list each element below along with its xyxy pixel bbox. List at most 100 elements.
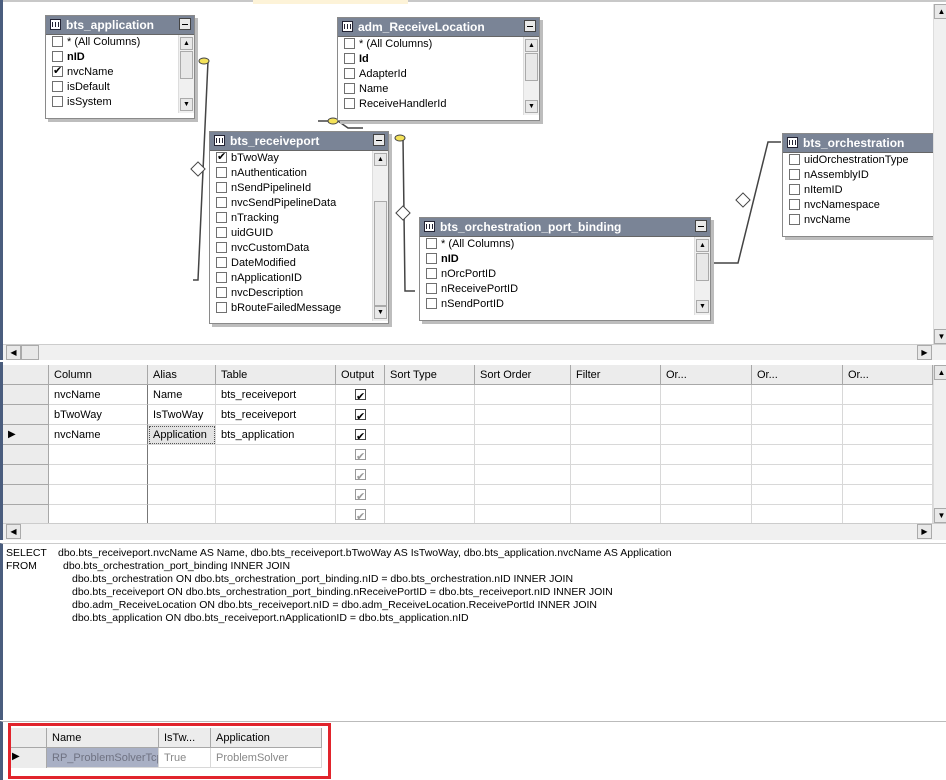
- grid-cell-empty[interactable]: [385, 485, 475, 505]
- grid-cell-table[interactable]: [216, 445, 336, 465]
- column-checkbox[interactable]: [789, 214, 800, 225]
- grid-cell-table[interactable]: bts_receiveport: [216, 385, 336, 405]
- column-checkbox[interactable]: [344, 68, 355, 79]
- grid-row-selector[interactable]: [3, 465, 49, 485]
- column-row[interactable]: Name: [338, 82, 539, 97]
- column-row[interactable]: isSystem: [46, 95, 194, 110]
- grid-cell-empty[interactable]: [661, 505, 752, 525]
- grid-cell-empty[interactable]: [843, 385, 933, 405]
- grid-cell-column[interactable]: [49, 465, 148, 485]
- grid-header-or-3[interactable]: Or...: [843, 365, 933, 385]
- grid-cell-alias[interactable]: [148, 465, 216, 485]
- column-row[interactable]: DateModified: [210, 256, 388, 271]
- column-row[interactable]: nReceivePortID: [420, 282, 710, 297]
- table-bts-orchestration-port-binding[interactable]: bts_orchestration_port_binding * (All Co…: [419, 217, 711, 321]
- scroll-right-icon[interactable]: ▶: [917, 524, 932, 539]
- column-row[interactable]: nAssemblyID: [783, 168, 946, 183]
- grid-cell-output[interactable]: [336, 385, 385, 405]
- column-checkbox[interactable]: [426, 238, 437, 249]
- grid-vertical-scrollbar[interactable]: ▲ ▼: [933, 365, 946, 523]
- column-row[interactable]: ReceiveHandlerId: [338, 97, 539, 112]
- grid-header-or-1[interactable]: Or...: [661, 365, 752, 385]
- column-row[interactable]: nvcSendPipelineData: [210, 196, 388, 211]
- grid-cell-output[interactable]: [336, 445, 385, 465]
- table-bts-receiveport[interactable]: bts_receiveport bTwoWay nAuthentication …: [209, 131, 389, 324]
- table-adm-receivelocation[interactable]: adm_ReceiveLocation * (All Columns) Id A…: [337, 17, 540, 121]
- column-row[interactable]: nID: [46, 50, 194, 65]
- grid-cell-empty[interactable]: [571, 505, 661, 525]
- column-checkbox[interactable]: [216, 257, 227, 268]
- column-checkbox[interactable]: [52, 64, 63, 79]
- grid-cell-column[interactable]: [49, 445, 148, 465]
- column-row[interactable]: nTracking: [210, 211, 388, 226]
- grid-header-table[interactable]: Table: [216, 365, 336, 385]
- column-checkbox[interactable]: [216, 212, 227, 223]
- scroll-up-icon[interactable]: ▲: [374, 153, 387, 166]
- column-checkbox[interactable]: [426, 298, 437, 309]
- grid-cell-empty[interactable]: [661, 425, 752, 445]
- results-pane[interactable]: Name IsTw... Application ▶ RP_ProblemSol…: [0, 721, 946, 780]
- grid-cell-empty[interactable]: [752, 445, 843, 465]
- column-row[interactable]: nvcName: [783, 213, 946, 228]
- scroll-thumb[interactable]: [21, 345, 39, 360]
- column-checkbox[interactable]: [216, 167, 227, 178]
- grid-cell-output[interactable]: [336, 505, 385, 525]
- grid-cell-empty[interactable]: [661, 445, 752, 465]
- table-scrollbar[interactable]: ▲ ▼: [694, 237, 710, 315]
- sql-pane[interactable]: SELECT dbo.bts_receiveport.nvcName AS Na…: [0, 543, 946, 720]
- grid-cell-alias[interactable]: [148, 505, 216, 525]
- column-row[interactable]: AdapterId: [338, 67, 539, 82]
- grid-cell-empty[interactable]: [571, 485, 661, 505]
- output-checkbox[interactable]: [355, 487, 366, 504]
- grid-row-selector[interactable]: [3, 445, 49, 465]
- grid-row-selector[interactable]: [3, 405, 49, 425]
- grid-cell-empty[interactable]: [571, 385, 661, 405]
- column-checkbox[interactable]: [216, 150, 227, 165]
- grid-header-output[interactable]: Output: [336, 365, 385, 385]
- column-row[interactable]: nvcName: [46, 64, 194, 80]
- minimize-button[interactable]: [373, 134, 385, 146]
- grid-cell-alias[interactable]: IsTwoWay: [148, 405, 216, 425]
- criteria-grid[interactable]: Column Alias Table Output Sort Type Sort…: [0, 362, 946, 540]
- column-row[interactable]: * (All Columns): [46, 35, 194, 50]
- scroll-left-icon[interactable]: ◀: [6, 345, 21, 360]
- column-checkbox[interactable]: [216, 182, 227, 193]
- table-bts-orchestration[interactable]: bts_orchestration uidOrchestrationType n…: [782, 133, 946, 237]
- grid-cell-table[interactable]: bts_receiveport: [216, 405, 336, 425]
- grid-cell-table[interactable]: [216, 465, 336, 485]
- column-row[interactable]: nItemID: [783, 183, 946, 198]
- scroll-up-icon[interactable]: ▲: [180, 37, 193, 50]
- grid-cell-output[interactable]: [336, 425, 385, 445]
- grid-cell-table[interactable]: bts_application: [216, 425, 336, 445]
- grid-header-sort-type[interactable]: Sort Type: [385, 365, 475, 385]
- output-checkbox[interactable]: [355, 447, 366, 464]
- column-row[interactable]: nSendPortID: [420, 297, 710, 312]
- column-row[interactable]: nvcNamespace: [783, 198, 946, 213]
- table-header[interactable]: bts_application: [46, 16, 194, 35]
- grid-cell-empty[interactable]: [752, 485, 843, 505]
- column-checkbox[interactable]: [344, 83, 355, 94]
- grid-cell-column[interactable]: nvcName: [49, 385, 148, 405]
- scroll-down-icon[interactable]: ▼: [525, 100, 538, 113]
- grid-horizontal-scrollbar[interactable]: ◀ ▶: [3, 523, 946, 540]
- column-checkbox[interactable]: [344, 38, 355, 49]
- grid-cell-empty[interactable]: [475, 385, 571, 405]
- grid-header-or-2[interactable]: Or...: [752, 365, 843, 385]
- column-checkbox[interactable]: [216, 242, 227, 253]
- scroll-right-icon[interactable]: ▶: [917, 345, 932, 360]
- table-scrollbar[interactable]: ▲ ▼: [523, 37, 539, 115]
- grid-cell-empty[interactable]: [475, 405, 571, 425]
- grid-cell-empty[interactable]: [571, 425, 661, 445]
- grid-row-selector[interactable]: [3, 385, 49, 405]
- output-checkbox[interactable]: [355, 407, 366, 424]
- grid-cell-empty[interactable]: [475, 445, 571, 465]
- grid-cell-empty[interactable]: [752, 425, 843, 445]
- column-row[interactable]: nSendPipelineId: [210, 181, 388, 196]
- table-header[interactable]: bts_receiveport: [210, 132, 388, 151]
- grid-cell-empty[interactable]: [843, 405, 933, 425]
- output-checkbox[interactable]: [355, 387, 366, 404]
- diagram-pane[interactable]: bts_application * (All Columns) nID nvcN…: [0, 0, 946, 360]
- grid-cell-empty[interactable]: [661, 465, 752, 485]
- scroll-thumb[interactable]: [374, 201, 387, 306]
- output-checkbox[interactable]: [355, 507, 366, 524]
